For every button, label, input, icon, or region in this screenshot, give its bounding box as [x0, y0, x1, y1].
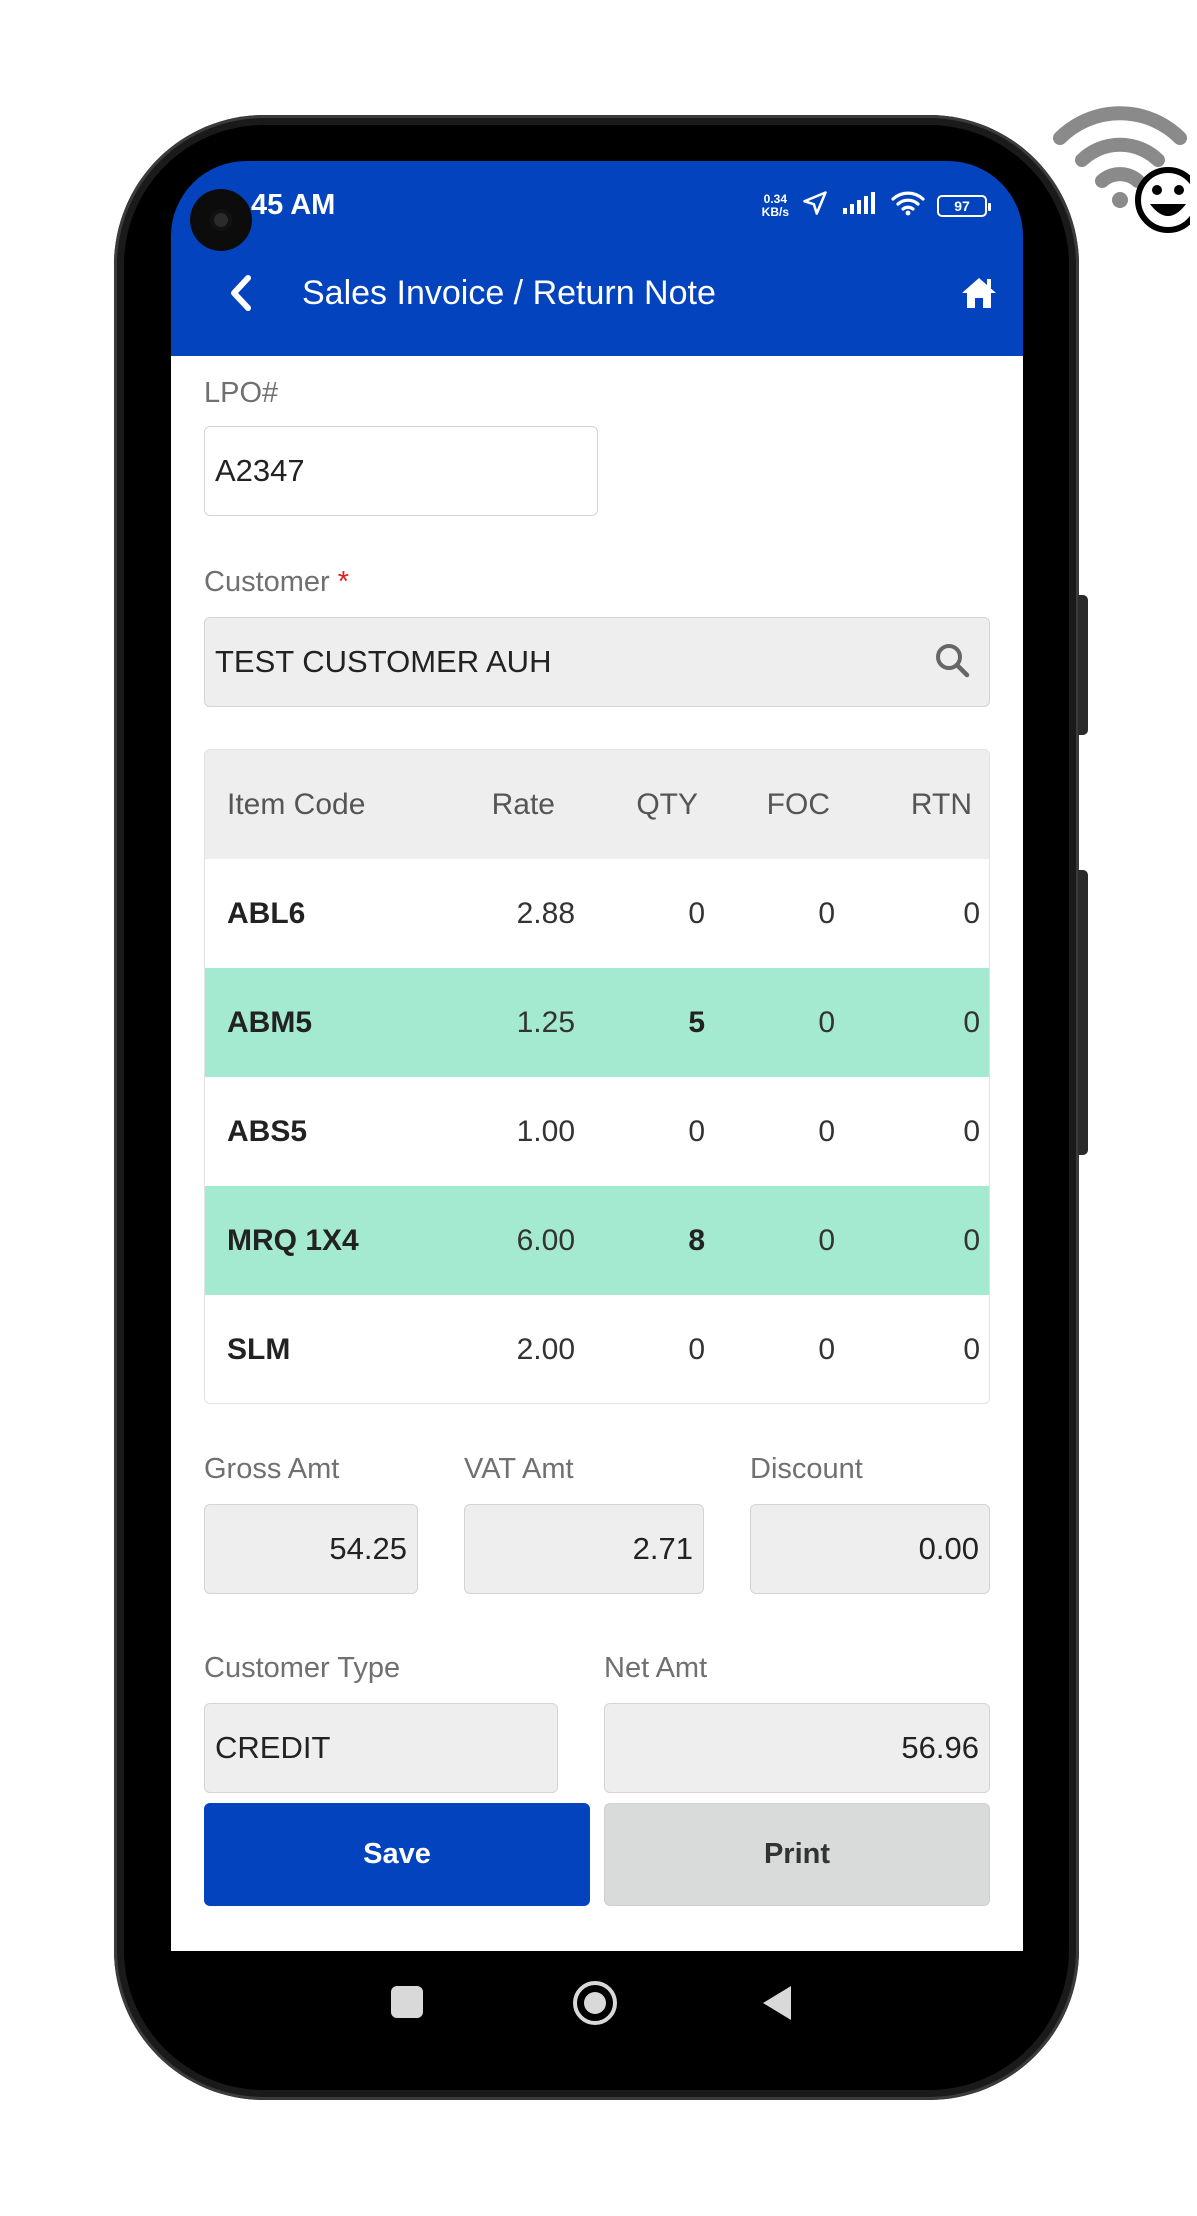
save-button[interactable]: Save	[204, 1803, 590, 1906]
table-row[interactable]: ABS5 1.00 0 0 0	[205, 1077, 989, 1186]
vat-amt-field: 2.71	[464, 1504, 704, 1594]
status-icons: 0.34 KB/s 97	[761, 189, 991, 222]
home-button[interactable]	[957, 271, 1001, 315]
gross-amt-field: 54.25	[204, 1504, 418, 1594]
lpo-input[interactable]: A2347	[204, 426, 598, 516]
table-row[interactable]: ABM5 1.25 5 0 0	[205, 968, 989, 1077]
network-speed-unit: KB/s	[761, 204, 789, 219]
back-nav-icon[interactable]	[761, 1984, 793, 2027]
lpo-label: LPO#	[204, 377, 279, 409]
form-content: LPO# A2347 Customer * TEST CUSTOMER AUH …	[171, 356, 1023, 1951]
location-arrow-icon	[801, 189, 829, 222]
customer-label: Customer *	[204, 566, 349, 599]
required-mark: *	[337, 566, 350, 598]
header-rtn: RTN	[910, 787, 972, 821]
item-rtn: 0	[963, 1332, 980, 1366]
table-header: Item Code Rate QTY FOC RTN	[205, 750, 989, 859]
header-item-code: Item Code	[227, 787, 366, 821]
recents-icon[interactable]	[391, 1986, 423, 2018]
net-amt-field: 56.96	[604, 1703, 990, 1793]
customer-type-field: CREDIT	[204, 1703, 558, 1793]
battery-icon: 97	[937, 194, 991, 217]
customer-field[interactable]: TEST CUSTOMER AUH	[204, 617, 990, 707]
page-title: Sales Invoice / Return Note	[302, 274, 716, 312]
items-table: Item Code Rate QTY FOC RTN ABL6 2.88 0 0…	[204, 749, 990, 1404]
item-code: SLM	[227, 1332, 291, 1366]
item-code: ABM5	[227, 1005, 313, 1039]
back-button[interactable]	[219, 271, 263, 315]
home-nav-icon[interactable]	[573, 1981, 617, 2025]
print-button[interactable]: Print	[604, 1803, 990, 1906]
status-time: 45 AM	[251, 189, 336, 221]
customer-type-label: Customer Type	[204, 1652, 401, 1684]
net-amt-label: Net Amt	[604, 1652, 708, 1684]
table-row[interactable]: SLM 2.00 0 0 0	[205, 1295, 989, 1403]
vat-amt-label: VAT Amt	[464, 1453, 574, 1485]
gross-amt-label: Gross Amt	[204, 1453, 340, 1485]
customer-label-text: Customer	[204, 566, 330, 598]
phone-screen: 45 AM 0.34 KB/s 97 Sales Invoice / Retur…	[171, 161, 1023, 2053]
search-icon[interactable]	[933, 641, 971, 687]
item-rtn: 0	[963, 1223, 980, 1257]
item-rtn: 0	[963, 896, 980, 930]
signal-icon	[841, 190, 879, 221]
discount-label: Discount	[750, 1453, 863, 1485]
system-nav-bar	[171, 1951, 1023, 2053]
item-rtn: 0	[963, 1114, 980, 1148]
home-icon	[962, 278, 996, 308]
wifi-smiley-icon	[1050, 88, 1197, 243]
discount-field: 0.00	[750, 1504, 990, 1594]
table-row[interactable]: MRQ 1X4 6.00 8 0 0	[205, 1186, 989, 1295]
wifi-icon	[891, 190, 925, 221]
customer-value: TEST CUSTOMER AUH	[215, 644, 552, 679]
item-code: ABS5	[227, 1114, 308, 1148]
front-camera	[190, 189, 252, 251]
item-code: ABL6	[227, 896, 306, 930]
item-rtn: 0	[963, 1005, 980, 1039]
header-rate: Rate	[491, 787, 555, 821]
power-button	[1078, 595, 1088, 735]
item-code: MRQ 1X4	[227, 1223, 359, 1257]
network-speed-value: 0.34	[763, 191, 787, 206]
app-bar: 45 AM 0.34 KB/s 97 Sales Invoice / Retur…	[171, 161, 1023, 356]
table-row[interactable]: ABL6 2.88 0 0 0	[205, 859, 989, 968]
volume-button	[1078, 870, 1088, 1155]
network-speed: 0.34 KB/s	[761, 191, 789, 219]
